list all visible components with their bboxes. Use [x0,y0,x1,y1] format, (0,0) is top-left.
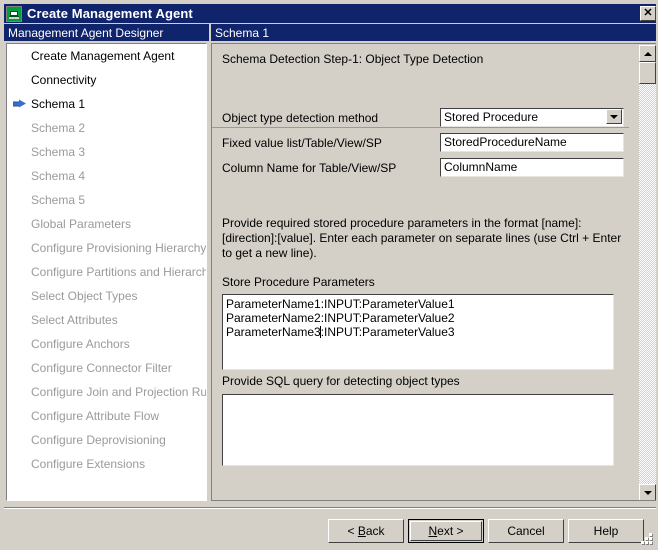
sidebar-item-label: Configure Extensions [31,457,146,471]
cancel-button[interactable]: Cancel [488,519,564,543]
sidebar-item-label: Schema 3 [31,145,86,159]
param-line-3-before-caret: ParameterName3 [226,325,321,339]
sidebar-item-label: Configure Connector Filter [31,361,172,375]
param-line-2: ParameterName2:INPUT:ParameterValue2 [226,311,455,325]
detection-method-label: Object type detection method [222,111,379,125]
sidebar-item-schema-1[interactable]: Schema 1 [7,92,206,116]
sql-query-textarea[interactable] [222,394,614,466]
sidebar-item-global-parameters: Global Parameters [7,212,206,236]
sidebar-item-configure-deprovisioning: Configure Deprovisioning [7,428,206,452]
next-button[interactable]: Next > [408,519,484,543]
page-title: Schema Detection Step-1: Object Type Det… [222,52,484,66]
chevron-down-icon[interactable] [606,109,622,124]
sidebar-item-schema-3: Schema 3 [7,140,206,164]
next-mnemonic: N [428,524,438,538]
param-line-1: ParameterName1:INPUT:ParameterValue1 [226,297,455,311]
sidebar-item-configure-connector-filter: Configure Connector Filter [7,356,206,380]
title-bar: Create Management Agent ✕ [4,4,656,23]
store-procedure-parameters-textarea[interactable]: ParameterName1:INPUT:ParameterValue1 Par… [222,294,614,370]
fixed-value-label: Fixed value list/Table/View/SP [222,136,382,150]
sidebar-item-label: Configure Deprovisioning [31,433,166,447]
sidebar-item-connectivity[interactable]: Connectivity [7,68,206,92]
sidebar-item-label: Select Object Types [31,289,138,303]
sidebar-item-label: Select Attributes [31,313,118,327]
sidebar-item-label: Global Parameters [31,217,132,231]
next-suffix: ext > [437,524,464,538]
vertical-scrollbar[interactable] [639,45,656,500]
column-name-input[interactable]: ColumnName [440,158,624,177]
current-step-arrow-icon [13,99,26,109]
sidebar-item-label: Configure Attribute Flow [31,409,160,423]
schema-detection-panel: Schema Detection Step-1: Object Type Det… [211,43,656,501]
back-button[interactable]: < Back [328,519,404,543]
wizard-steps-list[interactable]: Create Management Agent Connectivity Sch… [6,43,207,501]
divider [212,127,629,128]
scrollbar-track[interactable] [639,62,656,484]
sidebar-item-select-attributes: Select Attributes [7,308,206,332]
schema-header: Schema 1 [211,24,656,41]
close-icon[interactable]: ✕ [640,6,656,21]
sidebar-item-create-management-agent[interactable]: Create Management Agent [7,44,206,68]
create-management-agent-dialog: Create Management Agent ✕ Management Age… [0,0,658,550]
sidebar-item-label: Configure Join and Projection Rules [31,385,207,399]
sidebar-item-configure-attribute-flow: Configure Attribute Flow [7,404,206,428]
column-name-label: Column Name for Table/View/SP [222,161,397,175]
sidebar-item-label: Schema 2 [31,121,86,135]
sidebar-item-label: Schema 1 [31,97,86,111]
sidebar-item-configure-provisioning-hierarchy: Configure Provisioning Hierarchy [7,236,206,260]
back-suffix: ack [365,524,385,538]
sidebar-item-schema-4: Schema 4 [7,164,206,188]
window-title: Create Management Agent [27,6,193,21]
param-line-3-after-caret: :INPUT:ParameterValue3 [320,325,455,339]
resize-grip[interactable] [640,532,654,546]
sql-query-label: Provide SQL query for detecting object t… [222,374,460,388]
agent-icon [6,5,22,22]
scroll-down-arrow-icon[interactable] [639,484,656,500]
sidebar-item-label: Create Management Agent [31,49,175,63]
sidebar-item-label: Schema 4 [31,169,86,183]
back-prefix: < [347,524,358,538]
sidebar-item-schema-2: Schema 2 [7,116,206,140]
sidebar-item-configure-anchors: Configure Anchors [7,332,206,356]
store-procedure-parameters-label: Store Procedure Parameters [222,275,375,289]
sidebar-item-select-object-types: Select Object Types [7,284,206,308]
sidebar-item-label: Schema 5 [31,193,86,207]
sidebar-item-configure-partitions-and-hierarchies: Configure Partitions and Hierarchies [7,260,206,284]
sidebar-item-label: Configure Anchors [31,337,130,351]
parameters-help-text: Provide required stored procedure parame… [222,216,622,260]
sidebar-item-label: Configure Partitions and Hierarchies [31,265,207,279]
sidebar-item-label: Connectivity [31,73,97,87]
sidebar-item-label: Configure Provisioning Hierarchy [31,241,207,255]
designer-header: Management Agent Designer [4,24,209,41]
sidebar-item-configure-join-and-projection-rules: Configure Join and Projection Rules [7,380,206,404]
scroll-up-arrow-icon[interactable] [639,45,656,62]
detection-method-select[interactable]: Stored Procedure [440,108,624,127]
fixed-value-input[interactable]: StoredProcedureName [440,133,624,152]
back-mnemonic: B [357,524,366,538]
footer-separator [4,507,656,509]
sidebar-item-configure-extensions: Configure Extensions [7,452,206,476]
help-button[interactable]: Help [568,519,644,543]
scrollbar-thumb[interactable] [639,62,656,84]
sidebar-item-schema-5: Schema 5 [7,188,206,212]
